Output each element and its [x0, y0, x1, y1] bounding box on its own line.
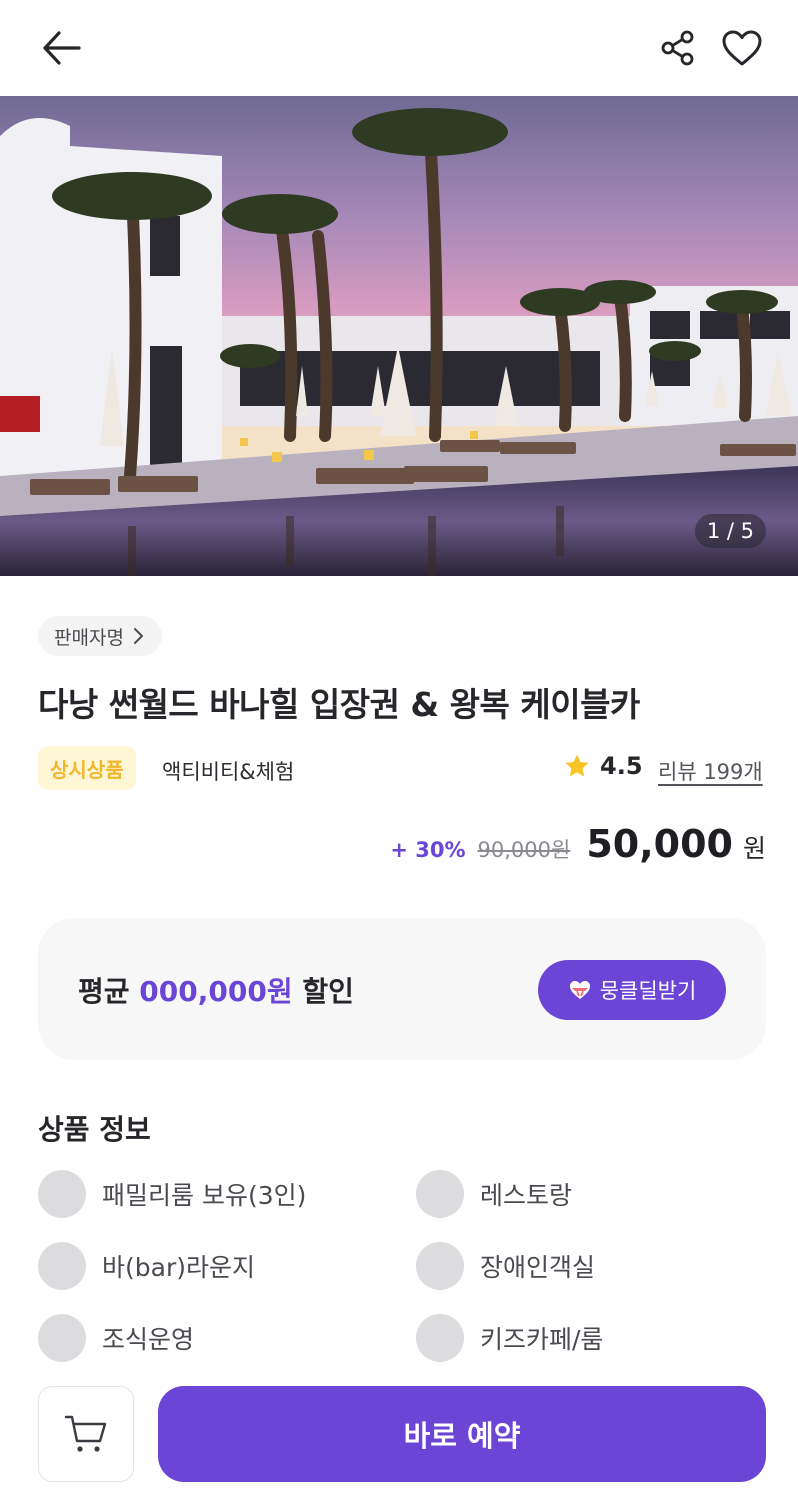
amenity-icon-placeholder — [416, 1314, 464, 1362]
amenity-icon-placeholder — [38, 1314, 86, 1362]
star-icon — [565, 754, 589, 777]
amenity-item: 키즈카페/룸 — [416, 1314, 603, 1362]
amenity-label: 장애인객실 — [480, 1253, 596, 1282]
seller-link[interactable]: 판매자명 — [38, 616, 162, 656]
seller-name: 판매자명 — [54, 626, 124, 649]
amenity-label: 바(bar)라운지 — [102, 1253, 255, 1282]
amenity-item: 바(bar)라운지 — [38, 1242, 255, 1290]
chevron-right-icon — [133, 628, 143, 644]
share-icon — [661, 30, 694, 66]
average-discount-text: 평균 000,000원 할인 — [78, 970, 354, 1010]
product-category: 액티비티&체험 — [162, 760, 295, 784]
amenity-icon-placeholder — [38, 1170, 86, 1218]
amenity-item: 패밀리룸 보유(3인) — [38, 1170, 306, 1218]
rating: 4.5 — [564, 752, 643, 780]
heart-icon — [722, 30, 762, 66]
amenity-icon-placeholder — [38, 1242, 86, 1290]
cart-button[interactable] — [38, 1386, 134, 1482]
average-discount-amount: 000,000원 — [139, 975, 293, 1008]
favorite-button[interactable] — [718, 24, 766, 72]
amenity-label: 패밀리룸 보유(3인) — [102, 1181, 307, 1210]
amenity-icon-placeholder — [416, 1242, 464, 1290]
final-price: 50,000 — [586, 822, 733, 866]
product-image-carousel[interactable]: 1 / 5 — [0, 96, 798, 576]
review-count-link[interactable]: 리뷰 199개 — [658, 756, 763, 786]
discount-label: 할인 — [302, 975, 354, 1008]
get-deal-button[interactable]: 뭉클딜받기 — [538, 960, 726, 1020]
price-unit: 원 — [742, 834, 766, 863]
product-photo — [0, 96, 798, 576]
amenity-label: 조식운영 — [102, 1325, 195, 1354]
arrow-left-icon — [43, 31, 81, 65]
heart-ribbon-icon — [569, 981, 590, 999]
get-deal-label: 뭉클딜받기 — [599, 979, 697, 1003]
product-badge: 상시상품 — [38, 746, 136, 790]
image-counter: 1 / 5 — [694, 514, 766, 548]
price-row: + 30% 90,000원 50,000 원 — [390, 822, 766, 866]
back-button[interactable] — [38, 26, 84, 70]
top-bar — [0, 0, 798, 96]
amenity-item: 조식운영 — [38, 1314, 194, 1362]
product-title: 다낭 썬월드 바나힐 입장권 & 왕복 케이블카 — [38, 685, 640, 724]
amenity-icon-placeholder — [416, 1170, 464, 1218]
share-button[interactable] — [656, 26, 700, 70]
amenity-label: 키즈카페/룸 — [480, 1325, 604, 1354]
discount-promo-box: 평균 000,000원 할인 뭉클딜받기 — [38, 918, 766, 1060]
rating-score: 4.5 — [600, 752, 643, 780]
amenity-item: 레스토랑 — [416, 1170, 572, 1218]
original-price: 90,000원 — [477, 838, 571, 862]
amenity-label: 레스토랑 — [480, 1181, 573, 1210]
amenity-item: 장애인객실 — [416, 1242, 595, 1290]
book-now-button[interactable]: 바로 예약 — [158, 1386, 766, 1482]
cart-icon — [64, 1415, 107, 1452]
discount-rate: + 30% — [390, 838, 466, 862]
product-info-title: 상품 정보 — [38, 1113, 151, 1146]
average-label: 평균 — [78, 975, 130, 1008]
